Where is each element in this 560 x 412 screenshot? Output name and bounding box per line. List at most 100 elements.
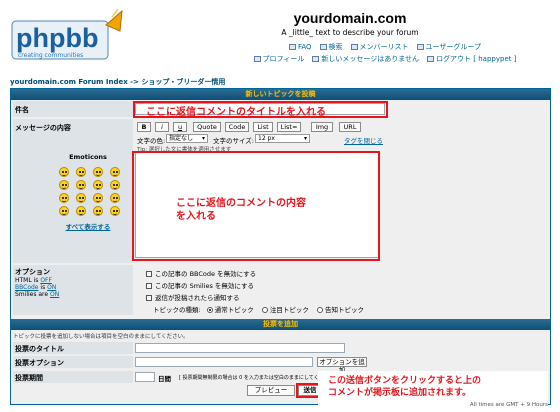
topic-type-sticky[interactable]: 注目トピック — [261, 306, 309, 314]
svg-text:creating communities: creating communities — [18, 52, 83, 59]
nav-search[interactable]: 検索 — [319, 42, 343, 52]
font-size-select[interactable]: 12 px — [255, 134, 310, 143]
options-label-cell: オプション HTML is OFF BBCode is ON Smilies a… — [13, 265, 133, 315]
topic-type-label: トピックの種類: — [153, 306, 201, 314]
bbcode-italic-button[interactable]: i — [155, 122, 169, 132]
html-status: HTML is OFF — [15, 277, 52, 284]
bbcode-status: BBCode is ON — [15, 284, 57, 291]
timezone-footnote: All times are GMT + 9 Hours — [469, 402, 548, 408]
option-notify-reply[interactable]: 返信が投稿されたら通知する — [146, 292, 240, 302]
emoticon-surprised[interactable] — [59, 180, 69, 190]
subject-label: 件名 — [13, 101, 133, 117]
bbcode-status-value: ON — [47, 284, 57, 291]
smilies-status: Smilies are ON — [15, 291, 60, 298]
nav-logout[interactable]: ログアウト [ happypet ] — [427, 54, 516, 64]
site-title: yourdomain.com — [293, 10, 407, 26]
emoticon-evil[interactable] — [76, 206, 86, 216]
topic-type-announce[interactable]: 告知トピック — [316, 306, 364, 314]
bbcode-url-button[interactable]: URL — [339, 122, 361, 132]
emoticon-cool[interactable] — [110, 180, 120, 190]
poll-option-input[interactable] — [135, 357, 313, 367]
emoticon-twisted[interactable] — [93, 206, 103, 216]
svg-text:phpbb: phpbb — [16, 23, 98, 53]
option-disable-bbcode[interactable]: この記事の BBCode を無効にする — [146, 268, 256, 278]
header-nav-top: FAQ 検索 メンバーリスト ユーザーグループ — [220, 42, 550, 52]
nav-usergroups[interactable]: ユーザーグループ — [416, 42, 481, 52]
emoticon-lol[interactable] — [59, 193, 69, 203]
bbcode-underline-button[interactable]: u — [173, 122, 187, 132]
poll-period-note: [ 投票期間無制限の場合は 0 を入力または空白のままにしてください ] — [179, 375, 338, 381]
bbcode-bold-button[interactable]: B — [137, 122, 151, 132]
emoticon-redface[interactable] — [110, 193, 120, 203]
emoticon-confused[interactable] — [93, 180, 103, 190]
poll-option-label: 投票オプション — [13, 356, 133, 368]
nav-profile[interactable]: プロフィール — [253, 54, 304, 64]
breadcrumb[interactable]: yourdomain.com Forum Index -> ショップ・ブリーダー… — [10, 77, 225, 87]
emoticon-razz[interactable] — [93, 193, 103, 203]
emoticon-grid — [59, 167, 120, 216]
message-overlay-text: ここに返信のコメントの内容 を入れる — [176, 198, 306, 222]
emoticon-smile[interactable] — [59, 167, 69, 177]
faq-icon — [288, 44, 296, 50]
emoticons-panel: Emoticons すべて表示する — [56, 153, 120, 231]
smilies-status-value: ON — [50, 291, 60, 298]
message-icon — [312, 56, 320, 62]
bbcode-img-button[interactable]: Img — [311, 122, 333, 132]
emoticon-mad[interactable] — [76, 193, 86, 203]
subject-overlay-text: ここに返信コメントのタイトルを入れる — [146, 107, 326, 118]
notify-reply-checkbox[interactable] — [146, 295, 152, 301]
font-color-select[interactable]: 指定なし — [166, 134, 208, 143]
form-header: 新しいトピックを投稿 — [11, 89, 550, 100]
callout-text: この送信ボタンをクリックすると上の コメントが掲示板に追加されます。 — [328, 376, 482, 398]
profile-icon — [253, 56, 261, 62]
bbcode-quote-button[interactable]: Quote — [193, 122, 221, 132]
memberlist-icon — [350, 44, 358, 50]
options-label: オプション — [15, 268, 50, 276]
poll-note: トピックに投票を追加しない場合は項目を空白のままにしてください。 — [13, 334, 189, 340]
phpbb-logo[interactable]: phpbb creating communities — [10, 7, 128, 63]
poll-period-label: 投票期間 — [13, 371, 133, 383]
topic-type-announce-radio[interactable] — [316, 307, 323, 313]
disable-bbcode-checkbox[interactable] — [146, 271, 152, 277]
bbcode-list-button[interactable]: List — [253, 122, 273, 132]
add-poll-option-button[interactable]: オプションを追加 — [317, 357, 367, 374]
poll-title-label: 投票のタイトル — [13, 342, 133, 354]
poll-title-input[interactable] — [135, 343, 345, 353]
close-tags-link[interactable]: タグを閉じる — [344, 135, 383, 145]
preview-button[interactable]: プレビュー — [247, 385, 295, 396]
emoticon-biggrin[interactable] — [76, 167, 86, 177]
phpbb-logo-graphic: phpbb creating communities — [11, 8, 123, 60]
usergroups-icon — [416, 44, 424, 50]
nav-faq[interactable]: FAQ — [288, 42, 312, 52]
emoticon-eek[interactable] — [76, 180, 86, 190]
bbcode-list-ordered-button[interactable]: List= — [277, 122, 301, 132]
topic-type-normal-radio[interactable] — [206, 307, 213, 313]
bbcode-help-link[interactable]: BBCode — [15, 284, 39, 291]
post-form: 新しいトピックを投稿 件名 ここに返信コメントのタイトルを入れる メッセージの内… — [10, 88, 551, 405]
topic-type-group: トピックの種類: 通常トピック 注目トピック 告知トピック — [153, 304, 364, 314]
font-size-label: 文字のサイズ: — [213, 137, 254, 145]
nav-messages[interactable]: 新しいメッセージはありません — [312, 54, 419, 64]
poll-period-input[interactable] — [135, 372, 155, 382]
site-description: A _little_ text to describe your forum — [281, 28, 419, 37]
bbcode-code-button[interactable]: Code — [225, 122, 249, 132]
header-nav-bottom: プロフィール 新しいメッセージはありません ログアウト [ happypet ] — [220, 54, 550, 64]
logout-icon — [427, 56, 435, 62]
poll-header: 投票を追加 — [11, 319, 550, 330]
message-label: メッセージの内容 — [15, 124, 71, 132]
topic-type-sticky-radio[interactable] — [261, 307, 268, 313]
emoticon-wink[interactable] — [110, 167, 120, 177]
search-icon — [319, 44, 327, 50]
emoticons-title: Emoticons — [69, 153, 107, 161]
emoticon-happy[interactable] — [93, 167, 103, 177]
emoticon-cry[interactable] — [59, 206, 69, 216]
topic-type-normal[interactable]: 通常トピック — [206, 306, 254, 314]
emoticons-show-all-link[interactable]: すべて表示する — [56, 221, 120, 231]
nav-memberlist[interactable]: メンバーリスト — [350, 42, 409, 52]
html-status-value: OFF — [40, 277, 52, 284]
disable-smilies-checkbox[interactable] — [146, 283, 152, 289]
option-disable-smilies[interactable]: この記事の Smilies を無効にする — [146, 280, 254, 290]
font-color-label: 文字の色: — [137, 137, 166, 145]
poll-days-label: 日間 — [158, 375, 171, 383]
emoticon-rolleyes[interactable] — [110, 206, 120, 216]
